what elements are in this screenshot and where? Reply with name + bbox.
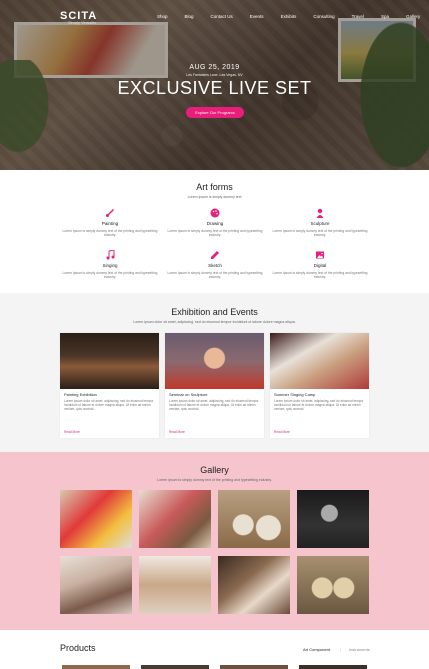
nav-link-spa[interactable]: Spa: [381, 14, 389, 19]
event-card-desc: Lorem ipsum dolor sit amet, adipiscing, …: [169, 399, 259, 412]
nav-link-blog[interactable]: Blog: [185, 14, 194, 19]
artform-digital[interactable]: Digital Lorem Ipsum is simply dummy text…: [270, 250, 370, 280]
artform-singing[interactable]: Singing Lorem Ipsum is simply dummy text…: [60, 250, 160, 280]
nav-link-events[interactable]: Events: [250, 14, 264, 19]
event-card-image: [270, 333, 369, 389]
event-card-title: Painting Exhibition: [64, 392, 97, 397]
nav-links: Shop Blog Contact Us Events Exhibits Con…: [157, 14, 429, 19]
gallery-image[interactable]: [139, 556, 211, 614]
product-thumb[interactable]: [141, 665, 209, 669]
artform-name: Singing: [102, 263, 118, 268]
gallery-image[interactable]: [297, 490, 369, 548]
gallery-image[interactable]: [297, 556, 369, 614]
pencil-icon: [211, 251, 219, 259]
tab-separator: |: [339, 647, 341, 652]
explore-programs-button[interactable]: Explore Our Programs: [186, 107, 244, 118]
product-thumb[interactable]: [62, 665, 130, 669]
event-card-desc: Lorem ipsum dolor sit amet, adipiscing, …: [274, 399, 364, 412]
exhibition-title: Exhibition and Events: [171, 307, 258, 317]
artform-name: Digital: [313, 263, 327, 268]
gallery-title: Gallery: [200, 465, 229, 475]
artform-desc: Lorem Ipsum is simply dummy text of the …: [62, 229, 158, 238]
product-thumb[interactable]: [299, 665, 367, 669]
site-logo-tagline: Simply Versatile: [68, 20, 97, 25]
gallery-image[interactable]: [60, 490, 132, 548]
artform-sketch[interactable]: Sketch Lorem Ipsum is simply dummy text …: [165, 250, 265, 280]
artform-painting[interactable]: Painting Lorem Ipsum is simply dummy tex…: [60, 208, 160, 238]
artform-desc: Lorem Ipsum is simply dummy text of the …: [272, 271, 368, 280]
event-card-title: Seminar on Sculpture: [169, 392, 208, 397]
gallery-subtitle: Lorem Ipsum is simply dummy text of the …: [157, 478, 272, 482]
event-card-painting[interactable]: Painting Exhibition Lorem ipsum dolor si…: [60, 333, 159, 438]
nav-link-exhibits[interactable]: Exhibits: [281, 14, 297, 19]
top-nav: SCITA Simply Versatile Shop Blog Contact…: [0, 10, 429, 30]
exhibition-subtitle: Lorem ipsum dolor sit amet, adipiscing, …: [133, 320, 296, 324]
read-more-link[interactable]: Read More: [169, 430, 185, 434]
gallery-image[interactable]: [218, 556, 290, 614]
event-card-image: [165, 333, 264, 389]
read-more-link[interactable]: Read More: [274, 430, 290, 434]
music-note-icon: [106, 250, 115, 260]
nav-link-travel[interactable]: Travel: [352, 14, 364, 19]
artform-name: Sculpture: [310, 221, 330, 226]
gallery-image[interactable]: [139, 490, 211, 548]
tab-art-component[interactable]: Art Component: [303, 647, 330, 652]
tab-instruments[interactable]: Instruments: [349, 647, 370, 652]
product-tabs: Art Component | Instruments: [303, 647, 380, 652]
product-thumb[interactable]: [220, 665, 288, 669]
hero-location: Les Fantaisies Lane, Las Vegas, NV: [186, 73, 243, 77]
nav-link-consulting[interactable]: Consulting: [313, 14, 334, 19]
bust-icon: [316, 208, 324, 218]
event-card-singing[interactable]: Summer Singing Camp Lorem ipsum dolor si…: [270, 333, 369, 438]
paintbrush-icon: [106, 209, 114, 217]
artform-sculpture[interactable]: Sculpture Lorem Ipsum is simply dummy te…: [270, 208, 370, 238]
gallery-image[interactable]: [218, 490, 290, 548]
event-card-title: Summer Singing Camp: [274, 392, 316, 397]
artform-desc: Lorem Ipsum is simply dummy text of the …: [272, 229, 368, 238]
artform-name: Sketch: [208, 263, 222, 268]
hero-title: EXCLUSIVE LIVE SET: [117, 78, 312, 98]
artform-name: Painting: [101, 221, 119, 226]
event-card-desc: Lorem ipsum dolor sit amet, adipiscing, …: [64, 399, 154, 412]
art-forms-subtitle: Lorem Ipsum is simply dummy text: [187, 195, 242, 199]
artform-desc: Lorem Ipsum is simply dummy text of the …: [167, 271, 263, 280]
hero-date: AUG 25, 2019: [189, 64, 240, 71]
artform-drawing[interactable]: Drawing Lorem Ipsum is simply dummy text…: [165, 208, 265, 238]
artform-desc: Lorem Ipsum is simply dummy text of the …: [62, 271, 158, 280]
event-card-image: [60, 333, 159, 389]
hero-banner: SCITA Simply Versatile Shop Blog Contact…: [0, 0, 429, 170]
image-icon: [316, 251, 324, 259]
event-card-sculpture[interactable]: Seminar on Sculpture Lorem ipsum dolor s…: [165, 333, 264, 438]
artform-desc: Lorem Ipsum is simply dummy text of the …: [167, 229, 263, 238]
nav-link-shop[interactable]: Shop: [157, 14, 168, 19]
read-more-link[interactable]: Read More: [64, 430, 80, 434]
nav-link-gallery[interactable]: Gallery: [406, 14, 420, 19]
art-forms-title: Art forms: [196, 182, 233, 192]
products-title: Products: [60, 643, 96, 653]
palette-icon: [210, 208, 220, 218]
gallery-image[interactable]: [60, 556, 132, 614]
artform-name: Drawing: [206, 221, 224, 226]
nav-link-contact[interactable]: Contact Us: [211, 14, 233, 19]
